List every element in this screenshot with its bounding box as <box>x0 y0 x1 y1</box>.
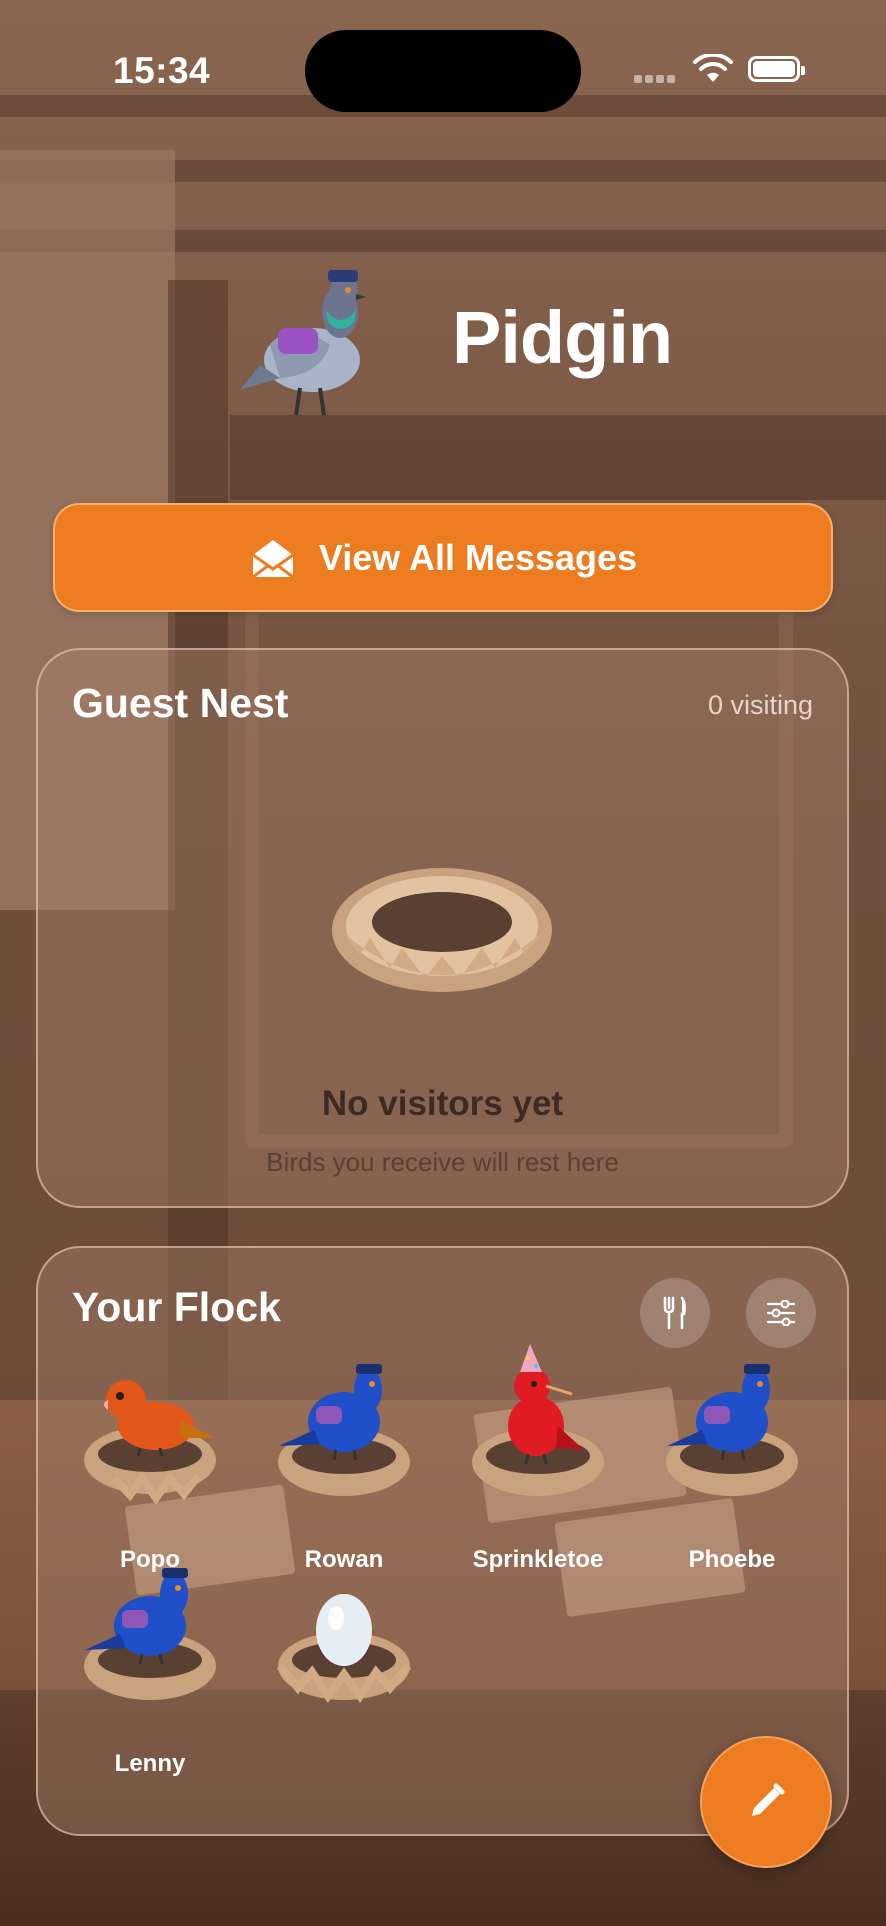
wifi-icon <box>693 54 733 82</box>
flock-bird-phoebe[interactable]: Phoebe <box>652 1360 812 1573</box>
empty-nest-icon <box>332 868 552 992</box>
flock-title: Your Flock <box>72 1284 281 1330</box>
cellular-signal-icon <box>634 70 678 88</box>
compose-button[interactable] <box>700 1736 832 1868</box>
view-all-messages-label: View All Messages <box>318 536 638 578</box>
feed-button[interactable] <box>640 1278 710 1348</box>
shelf <box>230 415 886 500</box>
status-bar: 15:34 <box>0 0 886 140</box>
pigeon-in-nest-icon <box>666 1364 798 1496</box>
pigeon-in-nest-icon <box>84 1568 216 1700</box>
lovebird-in-nest-icon <box>84 1380 216 1505</box>
egg-in-nest-icon <box>276 1594 412 1703</box>
flock-bird-popo[interactable]: Popo <box>70 1360 230 1573</box>
bird-name: Sprinkletoe <box>472 1546 604 1573</box>
party-bird-in-nest-icon <box>472 1344 604 1496</box>
flock-bird-lenny[interactable]: Lenny <box>70 1564 230 1777</box>
visiting-count: 0 visiting <box>707 690 813 720</box>
flock-egg[interactable] <box>264 1564 424 1764</box>
empty-state-subtitle: Birds you receive will rest here <box>266 1147 619 1177</box>
pigeon-in-nest-icon <box>278 1364 410 1496</box>
guest-nest-title: Guest Nest <box>72 680 289 726</box>
bird-name: Phoebe <box>688 1546 776 1573</box>
guest-nest-card: Guest Nest 0 visiting No visitors yet Bi… <box>36 648 849 1208</box>
flock-bird-sprinkletoe[interactable]: Sprinkletoe <box>458 1340 618 1573</box>
status-time: 15:34 <box>113 50 211 91</box>
mail-pigeon-icon <box>240 270 366 416</box>
open-envelope-icon <box>252 539 294 578</box>
empty-state-title: No visitors yet <box>321 1084 564 1123</box>
app-title: Pidgin <box>452 296 673 379</box>
sliders-icon <box>766 1300 796 1326</box>
view-all-messages-button[interactable]: View All Messages <box>53 503 833 612</box>
bird-name: Lenny <box>114 1750 186 1777</box>
battery-icon <box>748 56 805 82</box>
pencil-icon <box>752 1783 785 1816</box>
filter-button[interactable] <box>746 1278 816 1348</box>
fork-knife-icon <box>663 1296 686 1330</box>
flock-bird-rowan[interactable]: Rowan <box>264 1360 424 1573</box>
dynamic-island <box>305 30 581 112</box>
